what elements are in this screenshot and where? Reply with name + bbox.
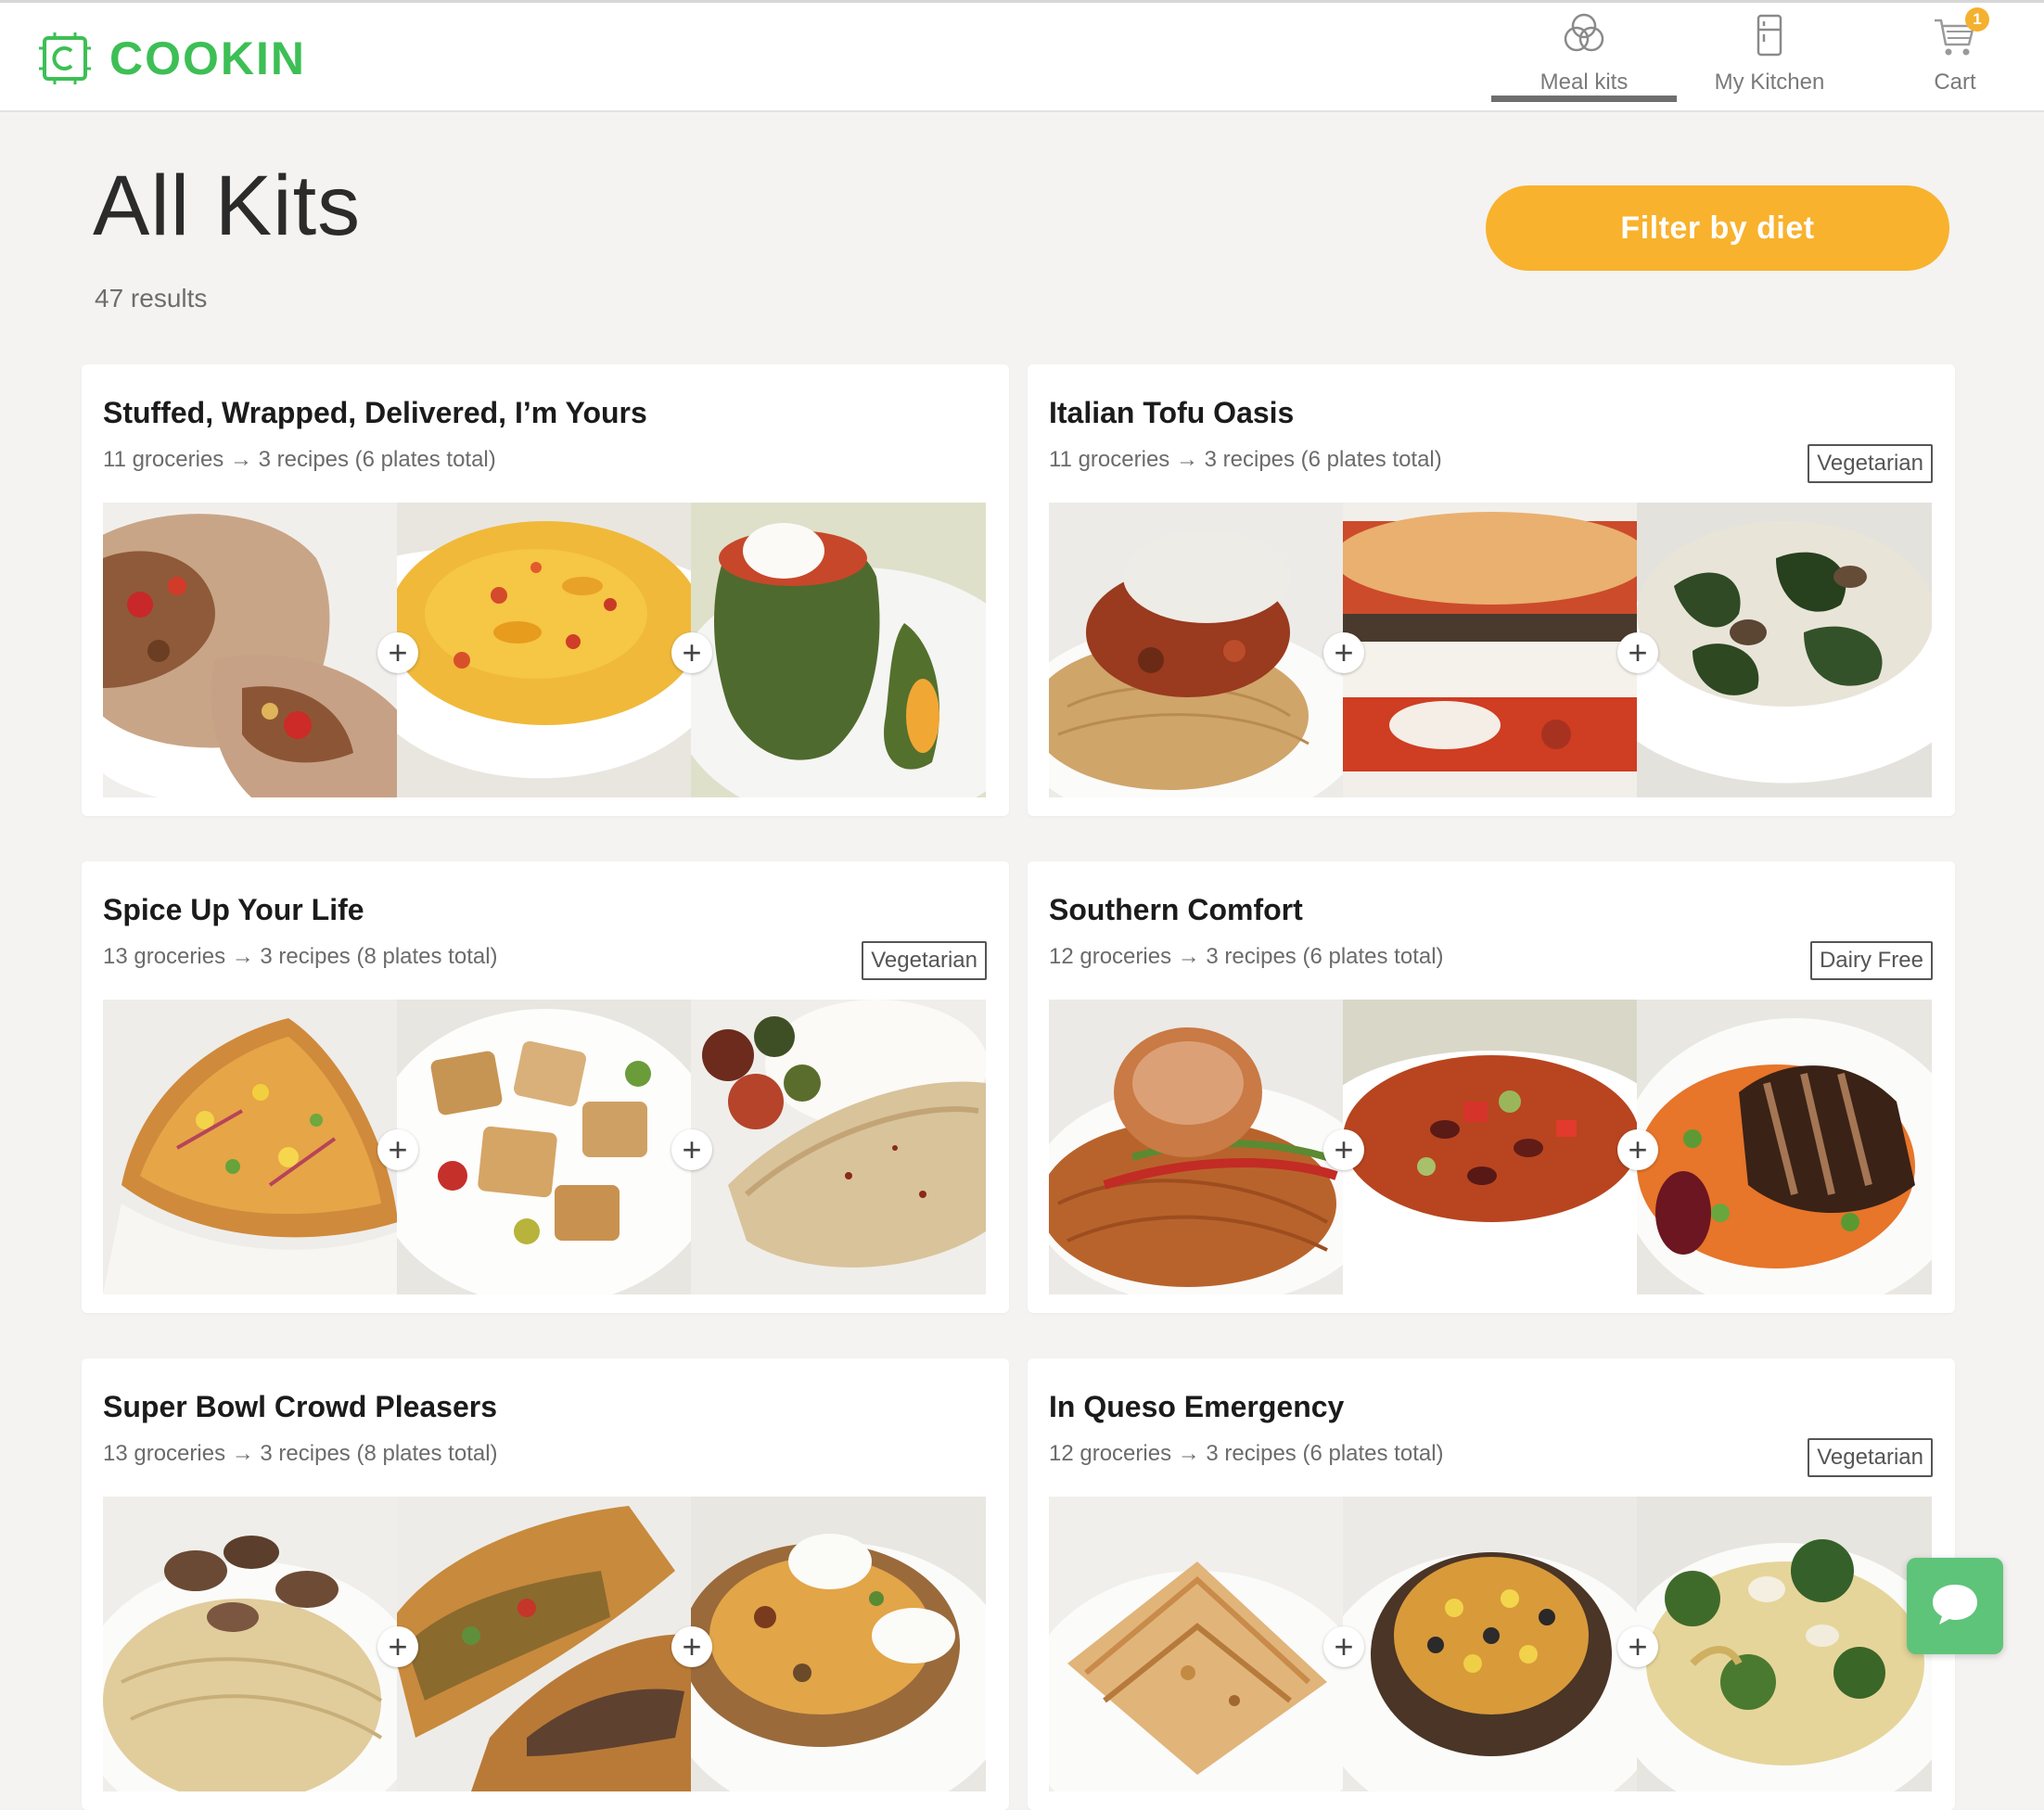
add-recipe-button[interactable]: + <box>377 632 418 673</box>
kit-title[interactable]: Super Bowl Crowd Pleasers <box>103 1390 497 1424</box>
kit-summary: 13 groceries → 3 recipes (8 plates total… <box>103 944 498 969</box>
nav-meal-kits[interactable]: Meal kits <box>1491 3 1677 110</box>
filter-by-diet-button[interactable]: Filter by diet <box>1486 185 1949 271</box>
broccoli-pasta-photo[interactable] <box>1637 1497 1932 1791</box>
nav-my-kitchen[interactable]: My Kitchen <box>1677 3 1862 110</box>
kit-title[interactable]: Italian Tofu Oasis <box>1049 396 1294 430</box>
chat-bubble-icon <box>1930 1581 1980 1632</box>
nav-label: My Kitchen <box>1714 70 1825 95</box>
blackened-chicken-photo[interactable] <box>1637 1000 1932 1294</box>
nav-label: Cart <box>1934 70 1976 95</box>
loaded-potato-photo[interactable] <box>691 1497 986 1791</box>
kit-photos: + + <box>103 1497 986 1791</box>
cart-count-badge: 1 <box>1965 7 1989 32</box>
kit-summary: 11 groceries → 3 recipes (6 plates total… <box>103 447 496 472</box>
kit-summary: 13 groceries → 3 recipes (8 plates total… <box>103 1441 498 1466</box>
tofu-steak-rice-photo[interactable] <box>691 1000 986 1294</box>
diet-tag: Dairy Free <box>1809 941 1933 980</box>
nav-label: Meal kits <box>1539 70 1629 95</box>
add-recipe-button[interactable]: + <box>1617 1626 1658 1667</box>
add-recipe-button[interactable]: + <box>671 632 712 673</box>
quesadilla-photo[interactable] <box>1049 1497 1344 1791</box>
kit-card[interactable]: Spice Up Your Life 13 groceries → 3 reci… <box>82 861 1009 1313</box>
add-recipe-button[interactable]: + <box>1617 1129 1658 1170</box>
burrito-photo[interactable] <box>103 503 398 797</box>
kit-title[interactable]: Stuffed, Wrapped, Delivered, I’m Yours <box>103 396 647 430</box>
stove-logo-icon <box>39 32 91 84</box>
roasted-tofu-photo[interactable] <box>397 1000 692 1294</box>
calzone-photo[interactable] <box>397 1497 692 1791</box>
add-recipe-button[interactable]: + <box>377 1626 418 1667</box>
flatbread-pizza-photo[interactable] <box>103 1000 398 1294</box>
mushroom-pasta-photo[interactable] <box>103 1497 398 1791</box>
eggplant-lasagna-photo[interactable] <box>1343 503 1638 797</box>
rings-icon <box>1560 9 1608 64</box>
kit-photos: + + <box>1049 1497 1932 1791</box>
spaghetti-parmesan-photo[interactable] <box>1049 503 1344 797</box>
spinach-mushroom-photo[interactable] <box>1637 503 1932 797</box>
add-recipe-button[interactable]: + <box>1323 632 1364 673</box>
diet-tag: Vegetarian <box>1808 1438 1933 1477</box>
kit-card[interactable]: In Queso Emergency 12 groceries → 3 reci… <box>1028 1358 1955 1810</box>
chicken-spaghetti-photo[interactable] <box>1049 1000 1344 1294</box>
kit-summary: 12 groceries → 3 recipes (6 plates total… <box>1049 944 1444 969</box>
kit-photos: + + <box>1049 1000 1932 1294</box>
brand-name: COOKIN <box>109 32 306 84</box>
diet-tag: Vegetarian <box>1808 444 1933 483</box>
kit-summary: 11 groceries → 3 recipes (6 plates total… <box>1049 447 1442 472</box>
kit-card[interactable]: Southern Comfort 12 groceries → 3 recipe… <box>1028 861 1955 1313</box>
kit-summary: 12 groceries → 3 recipes (6 plates total… <box>1049 1441 1444 1466</box>
cart-icon: 1 <box>1932 7 1989 64</box>
diet-tag: Vegetarian <box>862 941 987 980</box>
fridge-icon <box>1756 13 1783 64</box>
logo[interactable]: COOKIN <box>39 31 306 86</box>
kit-card[interactable]: Italian Tofu Oasis 11 groceries → 3 reci… <box>1028 364 1955 816</box>
result-count: 47 results <box>95 284 208 312</box>
add-recipe-button[interactable]: + <box>1323 1626 1364 1667</box>
add-recipe-button[interactable]: + <box>671 1626 712 1667</box>
app-header: COOKIN Meal kits My Kitchen 1 Cart <box>0 3 2044 112</box>
add-recipe-button[interactable]: + <box>377 1129 418 1170</box>
stuffed-mushroom-photo[interactable] <box>1343 1497 1638 1791</box>
nav-cart[interactable]: 1 Cart <box>1862 3 2044 110</box>
nav-active-indicator <box>1491 96 1677 102</box>
chat-button[interactable] <box>1907 1558 2003 1654</box>
bean-soup-photo[interactable] <box>1343 1000 1638 1294</box>
page-title: All Kits <box>93 159 362 253</box>
kit-photos: + + <box>103 1000 986 1294</box>
kit-title[interactable]: Spice Up Your Life <box>103 893 364 927</box>
kit-card[interactable]: Stuffed, Wrapped, Delivered, I’m Yours 1… <box>82 364 1009 816</box>
add-recipe-button[interactable]: + <box>671 1129 712 1170</box>
mac-and-cheese-photo[interactable] <box>397 503 692 797</box>
add-recipe-button[interactable]: + <box>1323 1129 1364 1170</box>
add-recipe-button[interactable]: + <box>1617 632 1658 673</box>
kit-title[interactable]: In Queso Emergency <box>1049 1390 1344 1424</box>
kit-card[interactable]: Super Bowl Crowd Pleasers 13 groceries →… <box>82 1358 1009 1810</box>
kit-photos: + + <box>1049 503 1932 797</box>
kit-title[interactable]: Southern Comfort <box>1049 893 1303 927</box>
kit-photos: + + <box>103 503 986 797</box>
stuffed-pepper-photo[interactable] <box>691 503 986 797</box>
